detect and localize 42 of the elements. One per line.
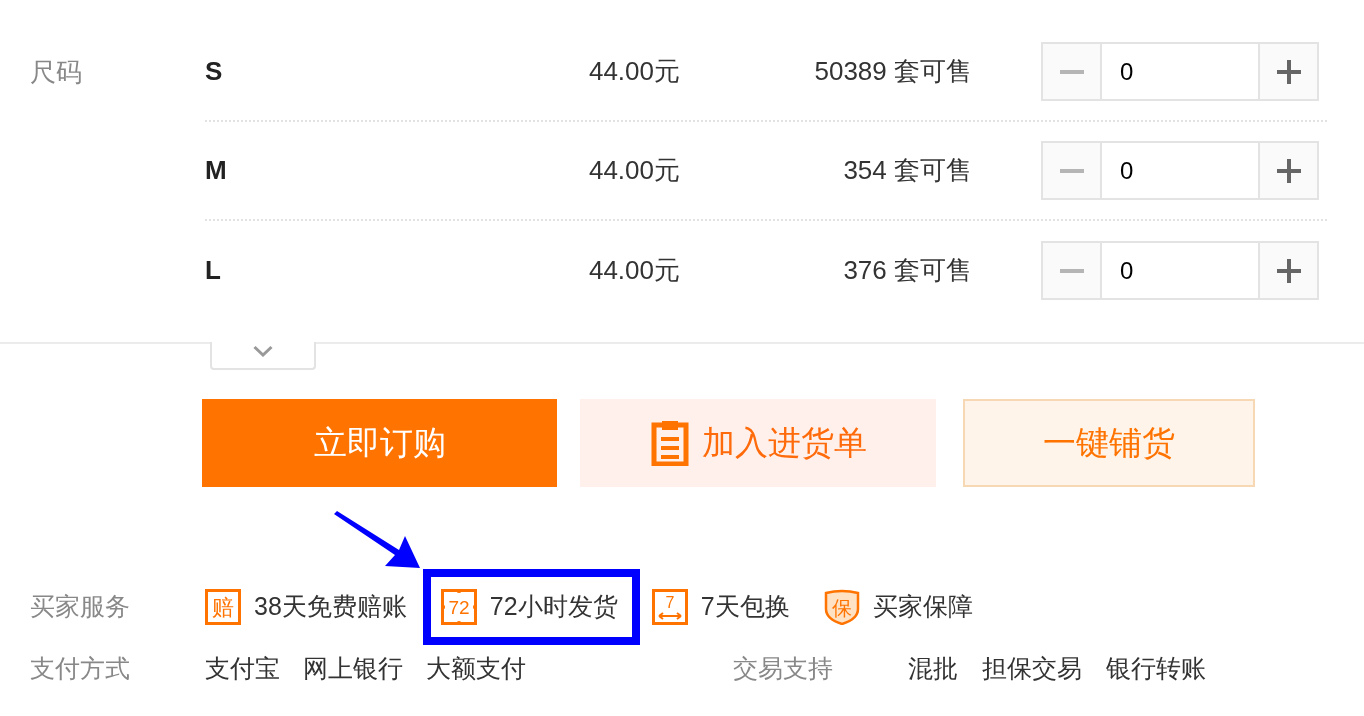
size-name: L [205, 255, 221, 285]
trade-option: 银行转账 [1106, 650, 1206, 688]
decrease-button[interactable] [1041, 141, 1102, 200]
increase-button[interactable] [1258, 42, 1319, 101]
service-badge-icon: 72 [440, 589, 477, 625]
field-label: 买家服务 [30, 592, 130, 621]
service-label: 72小时发货 [489, 591, 618, 623]
service-badge-icon: 赔 [205, 589, 241, 625]
trade-option: 混批 [908, 650, 958, 688]
expand-toggle[interactable] [210, 342, 316, 370]
stock-count: 354 套可售 [843, 155, 972, 185]
clipboard-icon [649, 420, 690, 466]
service-label: 7天包换 [700, 591, 790, 623]
plus-icon [1276, 258, 1301, 283]
field-label: 交易支持 [733, 654, 833, 683]
trade-option: 担保交易 [982, 650, 1082, 688]
stock-count: 50389 套可售 [814, 56, 972, 86]
unit-price: 44.00元 [588, 56, 680, 86]
minus-icon [1059, 168, 1084, 173]
minus-icon [1059, 69, 1084, 74]
payment-method: 网上银行 [303, 653, 403, 685]
decrease-button[interactable] [1041, 42, 1102, 101]
decrease-button[interactable] [1041, 241, 1102, 300]
plus-icon [1276, 158, 1301, 183]
increase-button[interactable] [1258, 141, 1319, 200]
service-badge-icon: 7 [651, 589, 688, 625]
unit-price: 44.00元 [588, 255, 680, 285]
payment-method: 大额支付 [426, 653, 526, 685]
field-label: 支付方式 [30, 654, 130, 683]
service-label: 买家保障 [872, 591, 973, 623]
unit-price: 44.00元 [588, 155, 680, 185]
payment-method: 支付宝 [205, 653, 280, 685]
minus-icon [1059, 268, 1084, 273]
plus-icon [1276, 59, 1301, 84]
size-name: M [205, 155, 227, 185]
size-name: S [205, 56, 223, 86]
field-label: 尺码 [30, 56, 82, 89]
arrow-icon [332, 511, 421, 570]
service-badge-icon: 保 [823, 589, 860, 625]
stock-count: 376 套可售 [843, 255, 972, 285]
increase-button[interactable] [1258, 241, 1319, 300]
service-label: 38天免费赔账 [254, 591, 407, 623]
